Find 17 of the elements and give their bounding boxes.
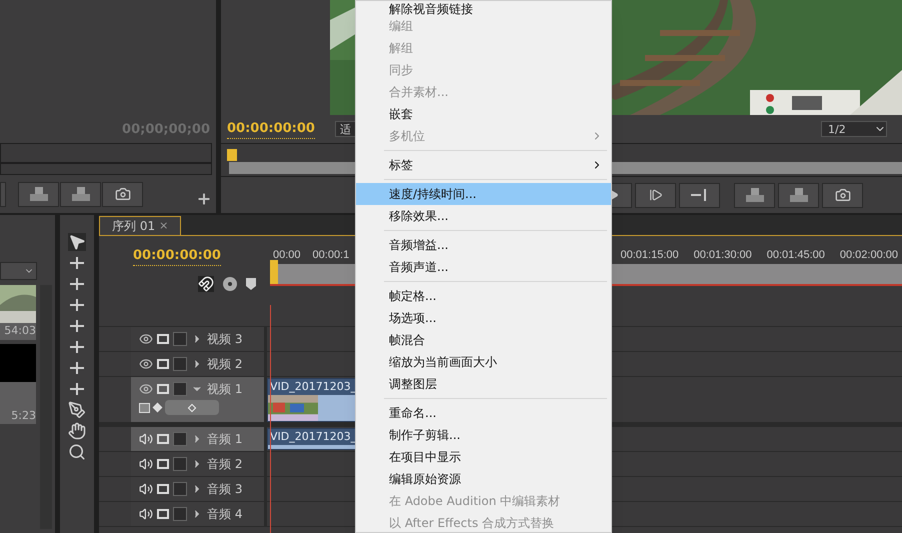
track-name: 视频 1 [207,380,242,398]
track-name: 视频 3 [207,330,242,348]
clip-duration: 54:03 [3,323,36,339]
track-name: 视频 2 [207,356,242,372]
ruler-time: 00:01:45:00 [766,248,825,263]
track-name: 音频 4 [207,506,242,522]
track-name: 音频 2 [207,456,242,472]
ruler-time: 00:00 [273,248,301,263]
ruler-time: 00:01:15:00 [620,248,679,263]
ruler-time: 00:00:1 [312,248,350,263]
ruler-time: 00:02:00:00 [840,248,898,263]
timecode: 00:00:00:00 [133,246,221,266]
track-name: 音频 1 [207,430,242,448]
clip-duration: 5:23 [10,408,36,424]
ruler-time: 00:01:30:00 [694,248,752,263]
timecode: 00:00:00:00 [227,118,315,140]
track-name: 音频 3 [207,480,242,498]
